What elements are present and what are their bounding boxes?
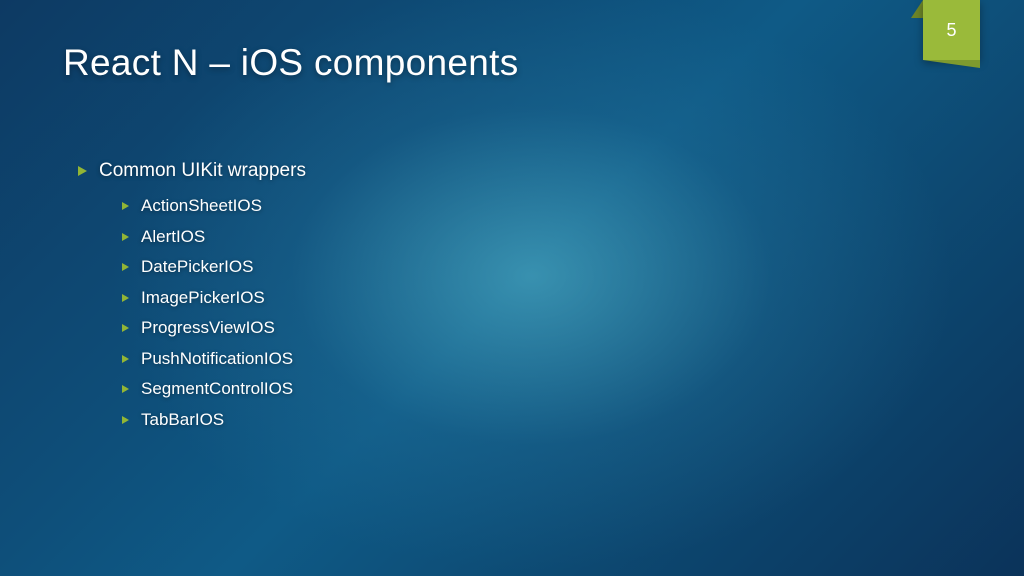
sub-bullet-list: ActionSheetIOS AlertIOS DatePickerIOS Im… (122, 196, 964, 430)
page-number-tab: 5 (923, 0, 980, 60)
list-item: DatePickerIOS (122, 257, 964, 277)
list-item: SegmentControlIOS (122, 379, 964, 399)
list-item: TabBarIOS (122, 410, 964, 430)
list-item-label: AlertIOS (141, 227, 205, 247)
triangle-bullet-icon (122, 355, 129, 363)
triangle-bullet-icon (78, 166, 87, 176)
list-item-label: ProgressViewIOS (141, 318, 275, 338)
list-item: AlertIOS (122, 227, 964, 247)
triangle-bullet-icon (122, 294, 129, 302)
triangle-bullet-icon (122, 202, 129, 210)
slide-title: React N – iOS components (63, 42, 519, 84)
list-item-label: SegmentControlIOS (141, 379, 293, 399)
list-item: ProgressViewIOS (122, 318, 964, 338)
list-item: ActionSheetIOS (122, 196, 964, 216)
list-item: ImagePickerIOS (122, 288, 964, 308)
list-item-label: ImagePickerIOS (141, 288, 265, 308)
list-item-label: TabBarIOS (141, 410, 224, 430)
triangle-bullet-icon (122, 416, 129, 424)
triangle-bullet-icon (122, 385, 129, 393)
triangle-bullet-icon (122, 263, 129, 271)
page-tab-fold (911, 0, 923, 18)
page-number: 5 (946, 20, 956, 41)
slide-content: Common UIKit wrappers ActionSheetIOS Ale… (78, 160, 964, 430)
list-item: PushNotificationIOS (122, 349, 964, 369)
list-item-label: PushNotificationIOS (141, 349, 293, 369)
list-item-label: DatePickerIOS (141, 257, 253, 277)
list-item-label: ActionSheetIOS (141, 196, 262, 216)
bullet-heading: Common UIKit wrappers (99, 160, 306, 182)
triangle-bullet-icon (122, 324, 129, 332)
triangle-bullet-icon (122, 233, 129, 241)
bullet-level1: Common UIKit wrappers (78, 160, 964, 182)
